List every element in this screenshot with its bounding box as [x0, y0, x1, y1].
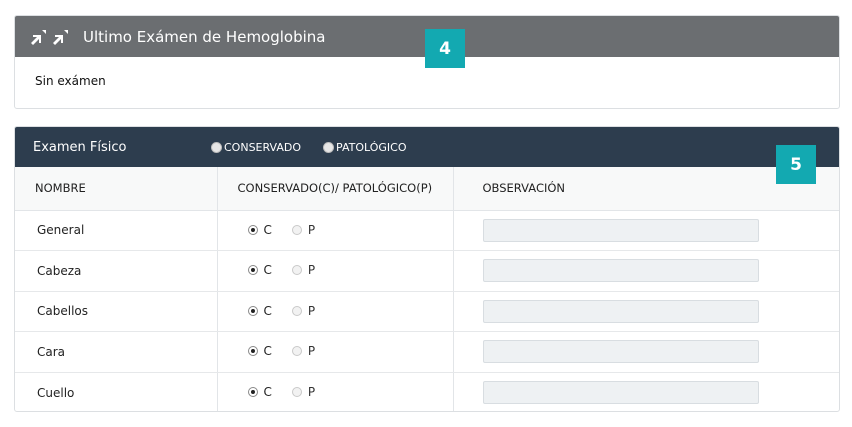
conservado-option-label: C — [263, 222, 272, 237]
examen-fisico-table: NOMBRE CONSERVADO(C)/ PATOLÓGICO(P) OBSE… — [15, 167, 839, 411]
hemoglobina-title: Ultimo Exámen de Hemoglobina — [83, 27, 326, 46]
step-badge-4: 4 — [425, 29, 465, 68]
radio-icon[interactable] — [247, 305, 258, 316]
row-choice: CP — [217, 372, 454, 411]
row-observacion — [453, 372, 839, 411]
radio-icon[interactable] — [247, 265, 258, 276]
observacion-input[interactable] — [482, 259, 759, 283]
row-observacion — [453, 291, 839, 332]
radio-icon[interactable] — [247, 346, 258, 357]
radio-icon[interactable] — [291, 224, 302, 235]
table-row: Cara C P — [15, 331, 839, 373]
patologico-option-label: P — [307, 344, 316, 359]
table-row: Cabellos C P — [15, 291, 839, 332]
table-row: General C P — [15, 210, 839, 251]
conservado-option-label: C — [263, 303, 272, 318]
conservado-option[interactable]: C — [247, 385, 272, 399]
table-row: Cuello C P — [15, 372, 839, 411]
row-name: General — [15, 210, 218, 251]
column-header-estado: CONSERVADO(C)/ PATOLÓGICO(P) — [217, 167, 454, 211]
all-patologico-radio[interactable]: PATOLÓGICO — [323, 140, 407, 154]
all-patologico-label: PATOLÓGICO — [336, 140, 407, 154]
observacion-input[interactable] — [482, 299, 759, 323]
radio-icon[interactable] — [247, 224, 258, 235]
conservado-option-label: C — [263, 344, 272, 359]
radio-icon[interactable] — [211, 141, 222, 153]
patologico-option[interactable]: P — [291, 344, 316, 359]
conservado-option[interactable]: C — [247, 222, 272, 237]
radio-icon[interactable] — [291, 346, 302, 357]
compress-icon[interactable] — [29, 27, 49, 47]
examen-fisico-title: Examen Físico — [33, 139, 127, 155]
patologico-option[interactable]: P — [291, 385, 316, 399]
patologico-option[interactable]: P — [291, 263, 316, 278]
table-header-row: NOMBRE CONSERVADO(C)/ PATOLÓGICO(P) OBSE… — [15, 167, 839, 211]
radio-icon[interactable] — [291, 387, 302, 397]
row-observacion — [453, 250, 839, 292]
conservado-option[interactable]: C — [247, 344, 272, 359]
radio-icon[interactable] — [291, 305, 302, 316]
row-observacion — [453, 210, 839, 251]
table-row: Cabeza C P — [15, 250, 839, 292]
row-name: Cuello — [15, 372, 218, 411]
row-name: Cabeza — [15, 250, 218, 292]
conservado-option[interactable]: C — [247, 263, 272, 278]
patologico-option-label: P — [307, 263, 316, 278]
row-observacion — [453, 331, 839, 373]
row-choice: CP — [217, 291, 454, 332]
all-conservado-radio[interactable]: CONSERVADO — [211, 141, 301, 154]
all-conservado-label: CONSERVADO — [224, 140, 302, 154]
step-badge-5: 5 — [776, 145, 816, 184]
patologico-option-label: P — [307, 385, 316, 399]
patologico-option[interactable]: P — [291, 222, 316, 237]
row-choice: CP — [217, 250, 454, 292]
conservado-option-label: C — [263, 263, 272, 278]
observacion-input[interactable] — [482, 381, 759, 404]
examen-fisico-panel: Examen Físico CONSERVADO PATOLÓGICO NOMB… — [14, 126, 840, 412]
row-name: Cara — [15, 331, 218, 373]
row-name: Cabellos — [15, 291, 218, 332]
conservado-option-label: C — [263, 385, 272, 399]
patologico-option-label: P — [307, 303, 316, 318]
patologico-option[interactable]: P — [291, 303, 316, 318]
radio-icon[interactable] — [291, 265, 302, 276]
radio-icon[interactable] — [247, 387, 258, 397]
radio-icon[interactable] — [323, 141, 335, 153]
patologico-option-label: P — [307, 222, 316, 237]
observacion-input[interactable] — [482, 340, 759, 364]
examen-fisico-header: Examen Físico CONSERVADO PATOLÓGICO — [15, 127, 839, 167]
conservado-option[interactable]: C — [247, 303, 272, 318]
row-choice: CP — [217, 210, 454, 251]
row-choice: CP — [217, 331, 454, 373]
column-header-nombre: NOMBRE — [15, 167, 218, 211]
observacion-input[interactable] — [482, 218, 759, 242]
compress-icon[interactable] — [51, 27, 71, 47]
